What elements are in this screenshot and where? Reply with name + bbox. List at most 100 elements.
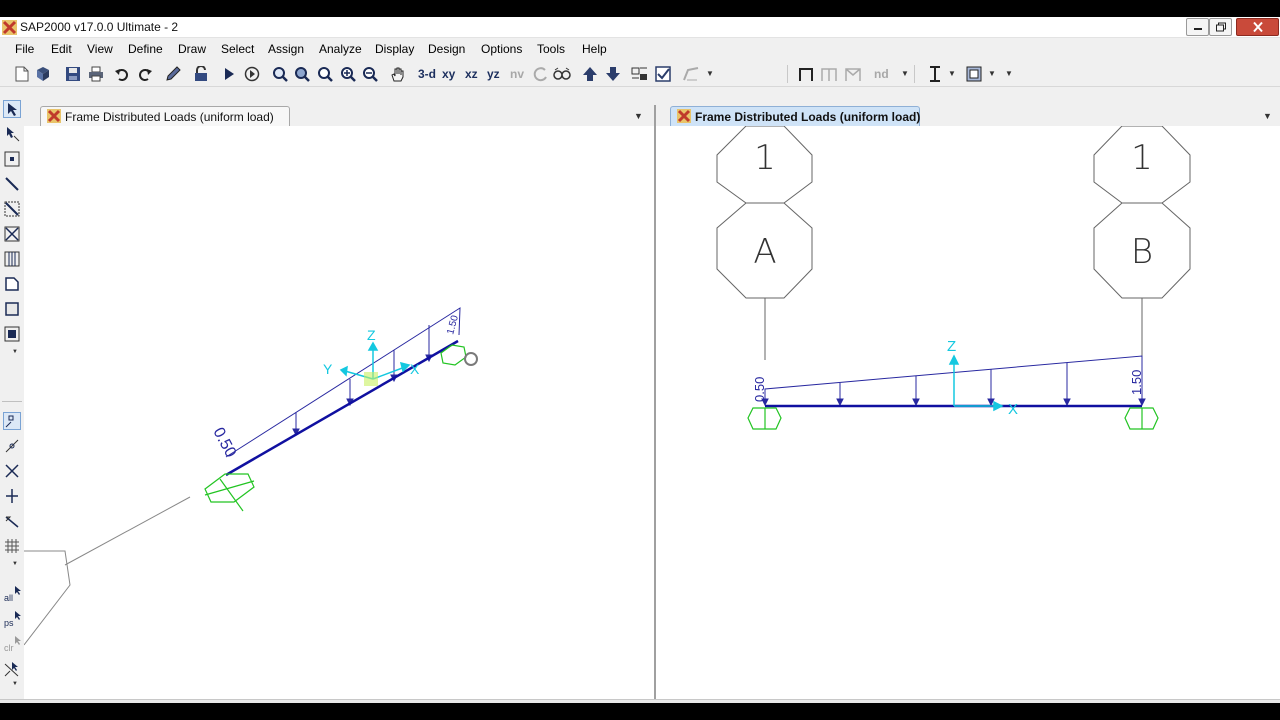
- intersecting-line-select-button[interactable]: [3, 660, 21, 678]
- view-yz-button[interactable]: yz: [487, 67, 500, 81]
- left-view-pane[interactable]: Frame Distributed Loads (uniform load) ▼: [24, 105, 655, 699]
- menu-file[interactable]: File: [15, 42, 34, 56]
- chevron-down-icon[interactable]: ▼: [948, 69, 956, 78]
- view-nv-button[interactable]: nv: [510, 67, 524, 81]
- new-model-button[interactable]: [12, 64, 32, 84]
- draw-joint-button[interactable]: [3, 150, 21, 168]
- chevron-down-icon[interactable]: ▼: [988, 69, 996, 78]
- print-button[interactable]: [86, 64, 106, 84]
- view-xy-button[interactable]: xy: [442, 67, 455, 81]
- menu-view[interactable]: View: [87, 42, 113, 56]
- move-up-button[interactable]: [580, 64, 600, 84]
- reshaper-tool-button[interactable]: [3, 125, 21, 143]
- grid-label-a: A: [753, 232, 776, 272]
- menu-define[interactable]: Define: [128, 42, 163, 56]
- draw-frame-button[interactable]: [796, 64, 816, 84]
- menu-draw[interactable]: Draw: [178, 42, 206, 56]
- menu-design[interactable]: Design: [428, 42, 465, 56]
- checkbox-check-icon: [655, 66, 671, 82]
- snap-intersection-button[interactable]: [3, 462, 21, 480]
- quick-draw-braces-button[interactable]: [3, 225, 21, 243]
- draw-frame-cable-button[interactable]: [3, 175, 21, 193]
- quick-draw-secondary-beams-button[interactable]: [3, 250, 21, 268]
- open-button[interactable]: [33, 64, 53, 84]
- tab-left-view[interactable]: Frame Distributed Loads (uniform load): [40, 106, 290, 126]
- right-view-pane[interactable]: Frame Distributed Loads (uniform load) ▼…: [656, 105, 1280, 699]
- nd-button[interactable]: nd: [874, 67, 889, 81]
- load-diagram-outline: [225, 307, 461, 458]
- chevron-down-icon[interactable]: ▼: [12, 349, 18, 355]
- frame-portal-icon: [799, 68, 813, 81]
- quick-draw-area-button[interactable]: [3, 325, 21, 343]
- draw-poly-area-button[interactable]: [3, 275, 21, 293]
- intersecting-line-icon: [4, 662, 19, 677]
- zoom-out-button[interactable]: [360, 64, 380, 84]
- pin-support-icon: [204, 473, 255, 512]
- set-display-options-button[interactable]: [630, 64, 650, 84]
- chevron-down-icon[interactable]: ▼: [1005, 69, 1013, 78]
- run-now-button[interactable]: [242, 64, 262, 84]
- zoom-in-button[interactable]: [338, 64, 358, 84]
- menu-help[interactable]: Help: [582, 42, 607, 56]
- restore-full-view-button[interactable]: [292, 64, 312, 84]
- view-xz-button[interactable]: xz: [465, 67, 478, 81]
- right-model-canvas[interactable]: 1 1 A B Z X 0.50 1.50: [656, 126, 1280, 699]
- minimize-icon: [1193, 28, 1202, 30]
- restore-button[interactable]: [1209, 18, 1232, 36]
- run-analysis-button[interactable]: [219, 64, 239, 84]
- quick-draw-frame-button[interactable]: [819, 64, 839, 84]
- snap-fine-grid-button[interactable]: [3, 537, 21, 555]
- axis-x-label: X: [410, 361, 420, 377]
- pencil-icon: [166, 66, 181, 81]
- menu-analyze[interactable]: Analyze: [319, 42, 362, 56]
- reshape-pointer-icon: [7, 127, 20, 142]
- menu-display[interactable]: Display: [375, 42, 414, 56]
- view-3d-button[interactable]: 3-d: [418, 67, 436, 81]
- chevron-down-icon[interactable]: ▼: [12, 681, 18, 687]
- menu-assign[interactable]: Assign: [268, 42, 304, 56]
- chevron-down-icon[interactable]: ▼: [634, 111, 643, 121]
- move-down-button[interactable]: [603, 64, 623, 84]
- save-button[interactable]: [63, 64, 83, 84]
- snap-midpoint-button[interactable]: [3, 437, 21, 455]
- select-area-button[interactable]: [964, 64, 984, 84]
- clear-selection-button[interactable]: clr: [3, 635, 23, 653]
- draw-rectangular-area-button[interactable]: [3, 300, 21, 318]
- zoom-window-button[interactable]: [270, 64, 290, 84]
- draw-braces-button[interactable]: [843, 64, 863, 84]
- undo-button[interactable]: [112, 64, 132, 84]
- snap-points-button[interactable]: [3, 412, 21, 430]
- show-deformed-shape-button[interactable]: [682, 64, 702, 84]
- check-button[interactable]: [653, 64, 673, 84]
- chevron-down-icon[interactable]: ▼: [12, 561, 18, 567]
- pointer-tool-button[interactable]: [3, 100, 21, 118]
- redo-button[interactable]: [135, 64, 155, 84]
- close-button[interactable]: [1236, 18, 1279, 36]
- select-all-button[interactable]: all: [3, 585, 23, 603]
- previous-zoom-button[interactable]: [315, 64, 335, 84]
- left-model-canvas[interactable]: Z Y X 0.50 1.50: [24, 126, 655, 699]
- menu-edit[interactable]: Edit: [51, 42, 72, 56]
- chevron-down-icon[interactable]: ▼: [901, 69, 909, 78]
- axis-x-label: X: [1008, 401, 1018, 418]
- snap-perpendicular-button[interactable]: [3, 487, 21, 505]
- text-cursor-button[interactable]: [925, 64, 945, 84]
- chevron-down-icon[interactable]: ▼: [1263, 111, 1272, 121]
- unlock-model-button[interactable]: [191, 64, 211, 84]
- get-previous-selection-button[interactable]: ps: [3, 610, 23, 628]
- frame-line-icon: [5, 177, 19, 191]
- perspective-toggle-button[interactable]: [552, 64, 572, 84]
- chevron-down-icon[interactable]: ▼: [706, 69, 714, 78]
- lock-model-pencil-button[interactable]: [163, 64, 183, 84]
- sap2000-x-icon: [2, 20, 17, 35]
- rotate-3d-view-button[interactable]: [531, 64, 551, 84]
- menu-options[interactable]: Options: [481, 42, 522, 56]
- menu-select[interactable]: Select: [221, 42, 254, 56]
- pan-button[interactable]: [388, 64, 408, 84]
- minimize-button[interactable]: [1186, 18, 1209, 36]
- quick-draw-frame-button[interactable]: [3, 200, 21, 218]
- grid-bubble-outline: [24, 550, 71, 646]
- menu-tools[interactable]: Tools: [537, 42, 565, 56]
- tab-right-view[interactable]: Frame Distributed Loads (uniform load): [670, 106, 920, 126]
- snap-lines-button[interactable]: [3, 512, 21, 530]
